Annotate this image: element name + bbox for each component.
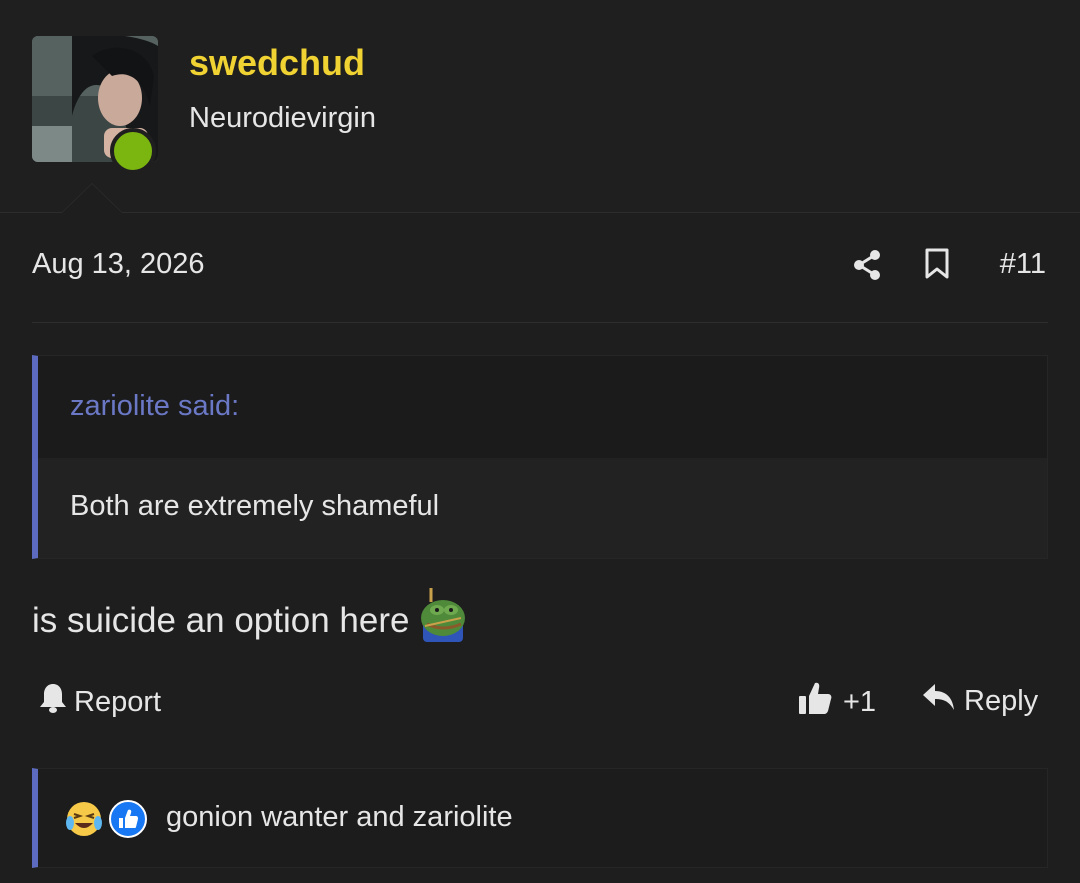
username[interactable]: swedchud (189, 42, 365, 84)
reply-button[interactable]: Reply (922, 682, 1038, 720)
quote-author[interactable]: zariolite said: (70, 390, 239, 423)
reply-arrow-icon (922, 682, 956, 720)
quote-header: zariolite said: (38, 356, 1047, 458)
user-block: swedchud Neurodievirgin (0, 0, 1080, 213)
share-icon[interactable] (850, 248, 884, 287)
reactions-bar: gonion wanter and zariolite (32, 768, 1048, 868)
bell-icon (38, 682, 68, 722)
post-date[interactable]: Aug 13, 2026 (32, 248, 205, 281)
post-container: swedchud Neurodievirgin Aug 13, 2026 #11… (0, 0, 1080, 883)
user-block-pointer (62, 184, 122, 213)
message-text: is suicide an option here (32, 600, 410, 640)
report-button[interactable]: Report (38, 682, 161, 722)
like-count: +1 (843, 685, 877, 718)
thumbs-up-reaction[interactable] (108, 799, 148, 844)
pepe-hanging-emoji (417, 588, 467, 653)
reaction-users[interactable]: gonion wanter and zariolite (166, 801, 513, 834)
laughing-crying-emoji[interactable] (64, 799, 104, 844)
reaction-icons (64, 799, 152, 844)
quote-block: zariolite said: Both are extremely shame… (32, 355, 1048, 559)
quote-body: Both are extremely shameful (38, 458, 1047, 558)
report-label: Report (74, 685, 162, 718)
user-title: Neurodievirgin (189, 102, 376, 134)
reply-label: Reply (964, 684, 1039, 717)
online-status-indicator (110, 128, 156, 174)
thumbs-up-icon (797, 680, 833, 724)
message-body: is suicide an option here (32, 588, 467, 653)
post-meta-row: Aug 13, 2026 #11 (32, 240, 1048, 323)
quote-text: Both are extremely shameful (70, 490, 440, 522)
like-button[interactable]: +1 (797, 680, 876, 724)
bookmark-icon[interactable] (924, 248, 950, 285)
post-number[interactable]: #11 (1000, 248, 1046, 281)
